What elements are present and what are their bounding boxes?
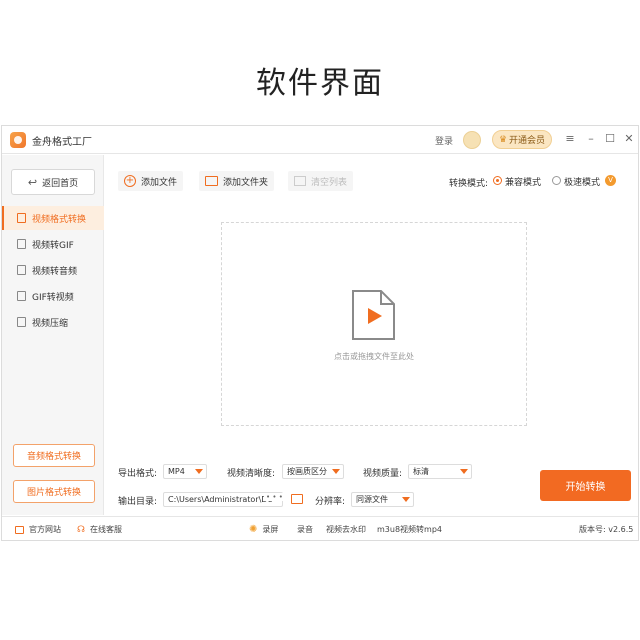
close-icon[interactable]: ✕ xyxy=(622,132,636,145)
website-link[interactable]: 官方网站 xyxy=(15,524,61,535)
watermark-label: 视频去水印 xyxy=(326,525,366,534)
avatar[interactable] xyxy=(463,131,481,149)
audio-format-button[interactable]: 音频格式转换 xyxy=(13,444,95,467)
chevron-down-icon xyxy=(332,469,340,474)
add-folder-label: 添加文件夹 xyxy=(223,177,269,188)
quality-select[interactable]: 标清 xyxy=(408,464,472,479)
output-label: 输出目录: xyxy=(118,497,158,507)
audio-record-label: 录音 xyxy=(297,525,313,534)
website-label: 官方网站 xyxy=(29,525,61,534)
file-drop-area[interactable]: 点击或拖拽文件至此处 xyxy=(221,222,527,426)
sidebar-item-gif-to-video[interactable]: GIF转视频 xyxy=(2,284,104,308)
record-link[interactable]: ✺ 录屏 xyxy=(249,524,278,535)
back-arrow-icon: ↩ xyxy=(27,175,38,189)
music-file-icon xyxy=(17,265,26,275)
app-name: 金舟格式工厂 xyxy=(32,137,92,148)
minimize-icon[interactable]: – xyxy=(584,132,598,145)
sidebar-item-label: GIF转视频 xyxy=(32,292,74,303)
browse-more-button[interactable]: • • • xyxy=(264,493,285,501)
mode-compat-label[interactable]: 兼容模式 xyxy=(505,175,541,188)
app-window: 金舟格式工厂 登录 ♛ 开通会员 ≡ – ☐ ✕ ↩ 返回首页 视频格式转换 视… xyxy=(1,125,639,541)
mode-fast-label[interactable]: 极速模式 xyxy=(564,175,600,188)
folder-icon[interactable] xyxy=(291,494,303,504)
video-file-icon xyxy=(352,290,395,340)
sidebar-item-video-to-gif[interactable]: 视频转GIF xyxy=(2,232,104,256)
home-button-label: 返回首页 xyxy=(42,178,79,189)
sidebar-item-video-to-audio[interactable]: 视频转音频 xyxy=(2,258,104,282)
quality-label: 视频质量: xyxy=(363,469,403,479)
login-link[interactable]: 登录 xyxy=(435,134,453,147)
folder-icon xyxy=(205,176,218,186)
clarity-value: 按画质区分 xyxy=(287,467,327,476)
watermark-link[interactable]: 视频去水印 xyxy=(326,524,366,535)
audio-record-link[interactable]: 录音 xyxy=(297,524,313,535)
headset-icon: ☊ xyxy=(77,524,85,535)
status-bar: 官方网站 ☊ 在线客服 ✺ 录屏 录音 视频去水印 m3u8视频转mp4 版本号… xyxy=(2,516,638,540)
resolution-select[interactable]: 同源文件 xyxy=(351,492,414,507)
support-label: 在线客服 xyxy=(90,525,122,534)
monitor-icon xyxy=(15,525,24,534)
resolution-label: 分辨率: xyxy=(315,497,346,507)
resolution-value: 同源文件 xyxy=(356,495,388,504)
gif-file-icon xyxy=(17,291,26,301)
app-logo-icon xyxy=(10,132,26,148)
version-text: 版本号: v2.6.5 xyxy=(579,524,633,535)
menu-icon[interactable]: ≡ xyxy=(563,132,577,145)
clear-list-icon xyxy=(294,176,306,186)
add-file-button[interactable]: + 添加文件 xyxy=(118,171,184,191)
plus-circle-icon: + xyxy=(124,175,136,187)
sidebar-item-video-format[interactable]: 视频格式转换 xyxy=(2,206,104,230)
title-bar: 金舟格式工厂 登录 ♛ 开通会员 ≡ – ☐ ✕ xyxy=(2,126,638,154)
output-path-value: C:\Users\Administrator\De xyxy=(168,495,273,504)
sidebar-item-label: 视频压缩 xyxy=(32,318,69,329)
vip-button-label: 开通会员 xyxy=(509,136,546,146)
format-select[interactable]: MP4 xyxy=(163,464,207,479)
sidebar-item-video-compress[interactable]: 视频压缩 xyxy=(2,310,104,334)
image-format-button[interactable]: 图片格式转换 xyxy=(13,480,95,503)
support-link[interactable]: ☊ 在线客服 xyxy=(77,524,122,535)
format-value: MP4 xyxy=(168,467,185,476)
sidebar-item-label: 视频转GIF xyxy=(32,240,74,251)
maximize-icon[interactable]: ☐ xyxy=(603,132,617,145)
format-label: 导出格式: xyxy=(118,469,158,479)
quality-value: 标清 xyxy=(413,467,429,476)
mode-label: 转换模式: xyxy=(449,179,489,189)
page-title: 软件界面 xyxy=(256,66,384,101)
sidebar-item-label: 视频格式转换 xyxy=(32,214,87,225)
sidebar: ↩ 返回首页 视频格式转换 视频转GIF 视频转音频 GIF转视频 视频压缩 音… xyxy=(2,155,104,515)
start-convert-button[interactable]: 开始转换 xyxy=(540,470,631,501)
chevron-down-icon xyxy=(195,469,203,474)
vip-badge-icon: V xyxy=(605,175,616,186)
compress-icon xyxy=(17,317,26,327)
clear-list-label: 清空列表 xyxy=(311,177,348,188)
clarity-label: 视频清晰度: xyxy=(227,469,276,479)
mode-compat-radio[interactable] xyxy=(493,176,502,185)
drop-hint: 点击或拖拽文件至此处 xyxy=(334,352,414,361)
home-button[interactable]: ↩ 返回首页 xyxy=(11,169,95,195)
add-file-label: 添加文件 xyxy=(141,177,178,188)
version-label: 版本号: v2.6.5 xyxy=(579,525,634,534)
record-icon: ✺ xyxy=(249,524,258,535)
video-file-icon xyxy=(17,213,26,223)
image-icon xyxy=(17,239,26,249)
m3u8-link[interactable]: m3u8视频转mp4 xyxy=(377,524,442,535)
chevron-down-icon xyxy=(402,497,410,502)
mode-fast-radio[interactable] xyxy=(552,176,561,185)
clear-list-button[interactable]: 清空列表 xyxy=(288,171,354,191)
chevron-down-icon xyxy=(460,469,468,474)
m3u8-label: m3u8视频转mp4 xyxy=(377,525,443,534)
clarity-select[interactable]: 按画质区分 xyxy=(282,464,344,479)
record-label: 录屏 xyxy=(262,525,279,534)
crown-icon: ♛ xyxy=(498,134,508,145)
sidebar-item-label: 视频转音频 xyxy=(32,266,78,277)
vip-button[interactable]: ♛ 开通会员 xyxy=(492,130,552,149)
add-folder-button[interactable]: 添加文件夹 xyxy=(199,171,275,191)
